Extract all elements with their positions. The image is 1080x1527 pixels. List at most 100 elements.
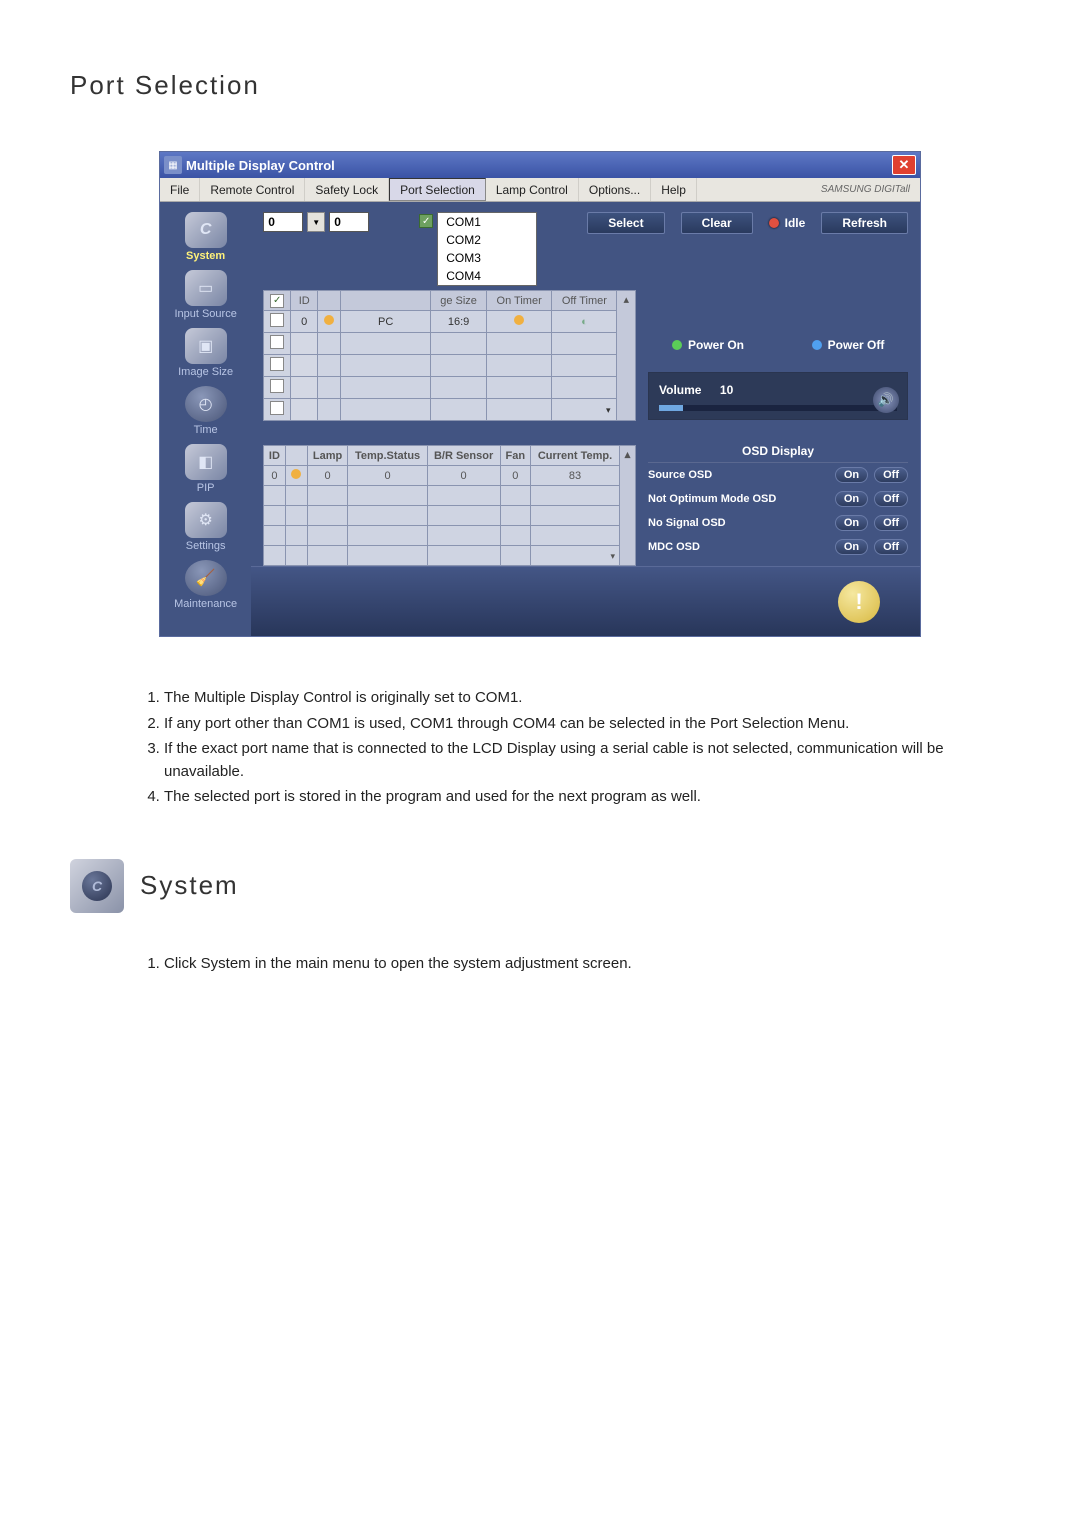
system-notes-list: Click System in the main menu to open th…	[140, 953, 1010, 976]
on-timer-dot-icon	[514, 315, 524, 325]
table-row: ▾	[264, 399, 636, 421]
col-image-size: ge Size	[431, 291, 487, 311]
app-window: ▦ Multiple Display Control ✕ File Remote…	[159, 151, 921, 637]
table-row[interactable]: 0 PC 16:9 ◐	[264, 311, 636, 333]
port-option-com4[interactable]: COM4	[438, 267, 536, 285]
select-button[interactable]: Select	[587, 212, 664, 234]
note-2: If any port other than COM1 is used, COM…	[164, 713, 1010, 736]
sidebar-item-input-source[interactable]: ▭ Input Source	[160, 270, 251, 320]
system-cube-icon: C	[70, 859, 124, 913]
sensor-table: ID Lamp Temp.Status B/R Sensor Fan Curre…	[263, 445, 636, 566]
osd-source-off[interactable]: Off	[874, 467, 908, 483]
system-heading: C System	[70, 859, 1010, 913]
menu-options[interactable]: Options...	[579, 178, 651, 201]
col-current-temp: Current Temp.	[531, 446, 620, 466]
settings-icon: ⚙	[185, 502, 227, 538]
port-option-com2[interactable]: COM2	[438, 231, 536, 249]
osd-mdc-off[interactable]: Off	[874, 539, 908, 555]
menu-file[interactable]: File	[160, 178, 200, 201]
refresh-button[interactable]: Refresh	[821, 212, 908, 234]
page-title: Port Selection	[70, 70, 1010, 101]
scroll-down-icon[interactable]: ▾	[606, 405, 611, 415]
osd-nosignal-label: No Signal OSD	[648, 517, 829, 529]
port-selection-dropdown[interactable]: ✓ COM1 COM2 COM3 COM4	[437, 212, 537, 286]
volume-slider[interactable]	[659, 405, 897, 411]
col-id: ID	[264, 446, 285, 466]
col-status	[318, 291, 341, 311]
port-option-com1[interactable]: COM1	[438, 213, 536, 231]
row-checkbox[interactable]	[270, 379, 284, 393]
table-row	[264, 333, 636, 355]
sidebar-item-pip[interactable]: ◧ PIP	[160, 444, 251, 494]
col-fan: Fan	[500, 446, 530, 466]
window-title: Multiple Display Control	[186, 158, 892, 173]
id-input-left[interactable]: 0	[263, 212, 303, 232]
port-option-com3[interactable]: COM3	[438, 249, 536, 267]
scroll-up-icon[interactable]: ▴	[623, 294, 629, 306]
osd-nosignal-off[interactable]: Off	[874, 515, 908, 531]
display-table: ID ge Size On Timer Off Timer ▴ 0	[263, 290, 636, 421]
menu-safety-lock[interactable]: Safety Lock	[305, 178, 389, 201]
row-checkbox[interactable]	[270, 335, 284, 349]
sidebar-item-image-size[interactable]: ▣ Image Size	[160, 328, 251, 378]
id-dropdown-icon[interactable]: ▼	[307, 212, 325, 232]
sidebar-label-input-source: Input Source	[160, 308, 251, 320]
menu-help[interactable]: Help	[651, 178, 697, 201]
row-checkbox[interactable]	[270, 313, 284, 327]
right-panel: Power On Power Off Volume 10 🔊 OSD Displ…	[648, 290, 908, 566]
osd-notopt-label: Not Optimum Mode OSD	[648, 493, 829, 505]
image-size-icon: ▣	[185, 328, 227, 364]
sidebar-label-image-size: Image Size	[160, 366, 251, 378]
scroll-up-icon[interactable]: ▴	[625, 449, 631, 461]
col-temp-status: Temp.Status	[348, 446, 427, 466]
status-dot-icon	[291, 469, 301, 479]
osd-nosignal-on[interactable]: On	[835, 515, 868, 531]
sidebar-item-maintenance[interactable]: 🧹 Maintenance	[160, 560, 251, 610]
cell-id: 0	[264, 466, 285, 486]
row-checkbox[interactable]	[270, 357, 284, 371]
power-on-dot-icon	[672, 340, 682, 350]
close-button[interactable]: ✕	[892, 155, 916, 175]
table-row	[264, 377, 636, 399]
sidebar-label-time: Time	[160, 424, 251, 436]
brand-label: SAMSUNG DIGITall	[821, 178, 920, 201]
table-row[interactable]: 0 0 0 0 0 83	[264, 466, 636, 486]
volume-label: Volume	[659, 383, 701, 397]
cell-lamp: 0	[307, 466, 348, 486]
col-status	[285, 446, 307, 466]
col-on-timer: On Timer	[486, 291, 551, 311]
table-row	[264, 355, 636, 377]
osd-source-on[interactable]: On	[835, 467, 868, 483]
menu-lamp-control[interactable]: Lamp Control	[486, 178, 579, 201]
sidebar-item-time[interactable]: ◴ Time	[160, 386, 251, 436]
osd-mdc-on[interactable]: On	[835, 539, 868, 555]
col-lamp: Lamp	[307, 446, 348, 466]
check-icon: ✓	[419, 214, 433, 228]
cell-curtemp: 83	[531, 466, 620, 486]
note-1: The Multiple Display Control is original…	[164, 687, 1010, 710]
osd-title: OSD Display	[648, 440, 908, 463]
sidebar-label-pip: PIP	[160, 482, 251, 494]
power-off-button[interactable]: Power Off	[788, 338, 908, 352]
osd-notopt-on[interactable]: On	[835, 491, 868, 507]
sidebar-item-system[interactable]: C System	[160, 212, 251, 262]
cell-source: PC	[341, 311, 431, 333]
scroll-down-icon[interactable]: ▾	[610, 551, 615, 561]
system-note-1: Click System in the main menu to open th…	[164, 953, 1010, 976]
id-input-right[interactable]: 0	[329, 212, 369, 232]
table-row	[264, 526, 636, 546]
osd-notopt-off[interactable]: Off	[874, 491, 908, 507]
menu-port-selection[interactable]: Port Selection	[389, 178, 486, 201]
cell-fan: 0	[500, 466, 530, 486]
power-on-button[interactable]: Power On	[648, 338, 768, 352]
table-row	[264, 506, 636, 526]
volume-value: 10	[720, 383, 733, 397]
pip-icon: ◧	[185, 444, 227, 480]
system-icon: C	[185, 212, 227, 248]
row-checkbox[interactable]	[270, 401, 284, 415]
sidebar-item-settings[interactable]: ⚙ Settings	[160, 502, 251, 552]
clear-button[interactable]: Clear	[681, 212, 753, 234]
header-checkbox[interactable]	[270, 294, 284, 308]
menu-remote-control[interactable]: Remote Control	[200, 178, 305, 201]
cell-image-size: 16:9	[431, 311, 487, 333]
